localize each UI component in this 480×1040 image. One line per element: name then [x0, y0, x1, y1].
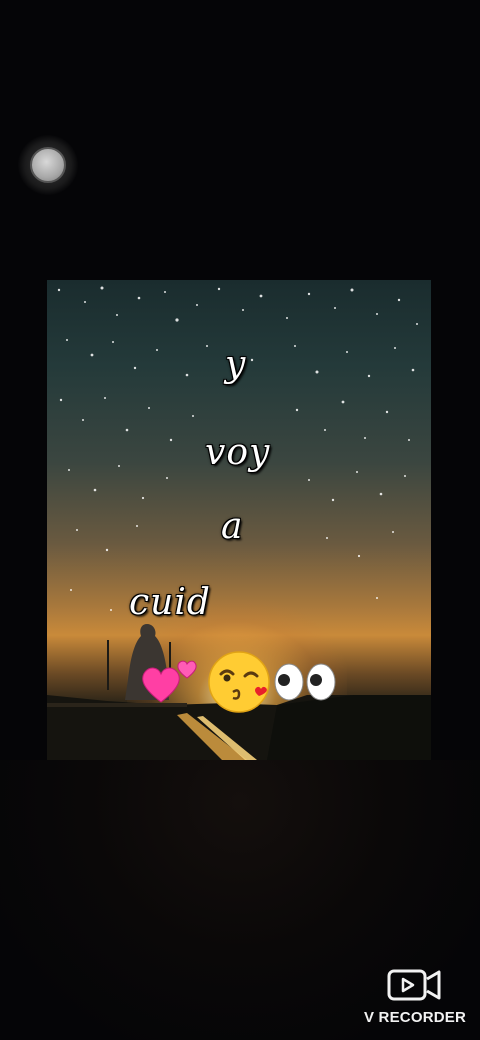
lyric-word-a: a — [221, 506, 244, 547]
eyes-icon — [274, 663, 336, 701]
emoji-row — [142, 651, 336, 713]
record-ball-icon — [30, 147, 66, 183]
kissing-face-winking-icon — [208, 651, 270, 713]
lyric-word-voy: voy — [205, 432, 271, 473]
two-hearts-icon — [142, 660, 197, 703]
video-frame: y voy a cuid — [47, 280, 431, 760]
screen: y voy a cuid V RECORDER — [0, 0, 480, 1040]
floating-record-button[interactable] — [18, 135, 78, 195]
utility-pole — [107, 640, 109, 690]
lyric-word-cuid: cuid — [129, 582, 211, 623]
recorder-label: V RECORDER — [363, 1009, 466, 1026]
video-camera-icon — [387, 969, 441, 1001]
lyric-word-y: y — [225, 344, 247, 385]
recorder-watermark: V RECORDER — [360, 965, 470, 1035]
